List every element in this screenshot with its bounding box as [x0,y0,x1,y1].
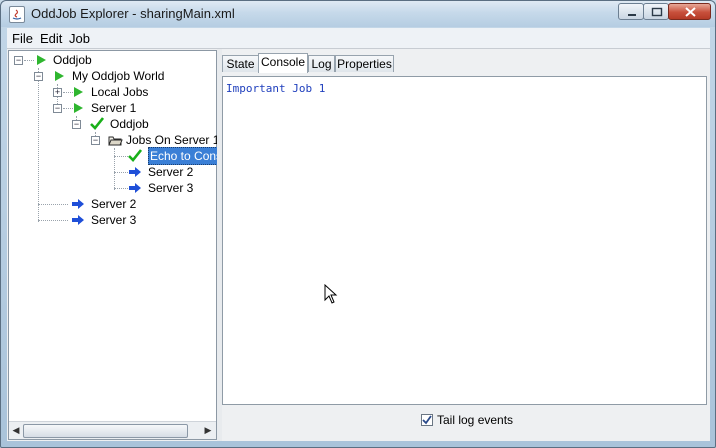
tail-log-label: Tail log events [437,413,514,427]
checkmark-icon [422,415,432,425]
tree-node-label: Server 3 [148,181,194,195]
tree-node-server-3-inner[interactable]: Server 3 [9,180,216,196]
green-play-icon [55,71,64,81]
console-line: Important Job 1 [226,82,326,95]
blue-arrow-icon [72,215,84,225]
collapse-icon[interactable]: − [14,56,23,65]
tree-node-label: Oddjob [53,53,92,67]
blue-arrow-icon [129,183,141,193]
collapse-icon[interactable]: − [34,72,43,81]
tree-node-server-1[interactable]: − Server 1 [9,100,216,116]
tree-node-label: Server 2 [91,197,137,211]
tree-node-server-3[interactable]: Server 3 [9,212,216,228]
tree-node-label: Oddjob [110,117,149,131]
tree-node-oddjob[interactable]: − Oddjob [9,52,216,68]
tree-node-server-2[interactable]: Server 2 [9,196,216,212]
green-check-icon [128,149,142,162]
maximize-icon [651,7,663,17]
menu-bar: File Edit Job [7,28,710,49]
blue-arrow-icon [72,199,84,209]
tree-node-label: Server 3 [91,213,137,227]
minimize-button[interactable] [618,3,644,20]
tree-node-label: Server 2 [148,165,194,179]
menu-edit[interactable]: Edit [40,31,62,46]
collapse-icon[interactable]: − [72,120,81,129]
scroll-left-icon[interactable]: ◀ [9,423,23,438]
mouse-cursor-icon [324,284,338,304]
java-app-icon [9,6,25,23]
tree-node-echo-to-console[interactable]: Echo to Console [9,147,241,165]
detail-panel: State Console Log Properties Important J… [221,50,710,438]
tree-node-jobs-on-server-1[interactable]: − Jobs On Server 1 [9,132,220,148]
title-bar[interactable]: OddJob Explorer - sharingMain.xml [1,1,715,27]
tree-node-label: Jobs On Server 1 [126,133,220,147]
green-play-icon [74,103,83,113]
menu-file[interactable]: File [12,31,33,46]
green-play-icon [74,87,83,97]
scrollbar-thumb[interactable] [23,424,188,438]
tail-log-checkbox[interactable] [421,414,433,426]
minimize-icon [628,14,636,16]
job-tree-panel: − Oddjob − My Oddjob World + Local Jobs … [8,50,241,440]
tab-log[interactable]: Log [308,55,335,72]
tree-node-oddjob-server[interactable]: − Oddjob [9,116,216,132]
console-output[interactable]: Important Job 1 [222,76,707,405]
collapse-icon[interactable]: − [91,136,100,145]
main-content: − Oddjob − My Oddjob World + Local Jobs … [7,49,710,441]
folder-icon [108,136,123,146]
scroll-right-icon[interactable]: ▶ [201,423,215,438]
tree-node-my-oddjob-world[interactable]: − My Oddjob World [9,68,216,84]
green-check-icon [90,117,104,130]
tree-horizontal-scrollbar[interactable]: ◀ ▶ [9,421,216,439]
blue-arrow-icon [129,167,141,177]
collapse-icon[interactable]: − [53,104,62,113]
tree-node-local-jobs[interactable]: + Local Jobs [9,84,216,100]
tree-node-label: Local Jobs [91,85,149,99]
tab-console[interactable]: Console [258,53,308,73]
expand-icon[interactable]: + [53,88,62,97]
tree-node-label: My Oddjob World [72,69,165,83]
menu-job[interactable]: Job [69,31,90,46]
close-button[interactable] [668,3,711,20]
close-icon [685,7,696,17]
green-play-icon [37,55,46,65]
tree-node-server-2-inner[interactable]: Server 2 [9,164,216,180]
tab-properties[interactable]: Properties [335,55,394,72]
tab-state[interactable]: State [222,55,259,72]
window-title: OddJob Explorer - sharingMain.xml [31,6,235,21]
tree-node-label: Server 1 [91,101,137,115]
maximize-button[interactable] [643,3,669,20]
app-window: OddJob Explorer - sharingMain.xml File E… [0,0,716,448]
